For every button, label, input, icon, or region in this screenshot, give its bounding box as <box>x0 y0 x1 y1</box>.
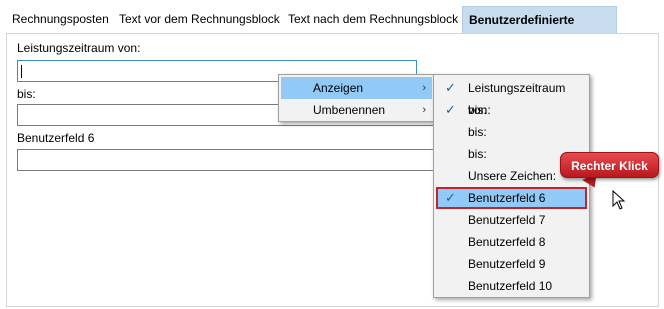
chevron-right-icon: › <box>422 104 426 116</box>
field-label-bis: bis: <box>17 87 36 101</box>
menu-item-anzeigen-label: Anzeigen <box>313 81 364 95</box>
tab-bar: Rechnungsposten Text vor dem Rechnungsbl… <box>0 0 664 54</box>
submenu-item-benutzerfeld-6[interactable]: ✓ Benutzerfeld 6 <box>436 187 587 209</box>
submenu-item-benutzerfeld-8[interactable]: Benutzerfeld 8 <box>436 231 587 253</box>
submenu-item-benutzerfeld-10[interactable]: Benutzerfeld 10 <box>436 275 587 297</box>
menu-item-umbenennen-label: Umbenennen <box>313 103 386 117</box>
field-label-leistungszeitraum: Leistungszeitraum von: <box>17 41 141 55</box>
tab-rechnungsposten[interactable]: Rechnungsposten <box>6 6 115 33</box>
check-icon: ✓ <box>445 190 456 205</box>
submenu-item-label: bis: <box>468 125 487 139</box>
submenu-item-label: Unsere Zeichen: <box>468 169 557 183</box>
submenu-item-bis-1[interactable]: ✓ bis: <box>436 99 587 121</box>
submenu-item-benutzerfeld-7[interactable]: Benutzerfeld 7 <box>436 209 587 231</box>
context-menu: Anzeigen › Umbenennen › <box>278 74 435 122</box>
submenu-item-label: Benutzerfeld 6 <box>468 191 546 205</box>
submenu-item-label: Benutzerfeld 7 <box>468 213 546 227</box>
tab-text-nach[interactable]: Text nach dem Rechnungsblock <box>282 6 464 33</box>
submenu-item-benutzerfeld-9[interactable]: Benutzerfeld 9 <box>436 253 587 275</box>
tab-benutzerdefinierte-felder[interactable]: Benutzerdefinierte Felder <box>462 6 617 54</box>
menu-item-umbenennen[interactable]: Umbenennen › <box>281 99 432 121</box>
submenu-item-label: Benutzerfeld 8 <box>468 235 546 249</box>
menu-item-anzeigen[interactable]: Anzeigen › <box>281 77 432 99</box>
submenu-item-label: bis: <box>468 103 487 117</box>
tab-text-vor[interactable]: Text vor dem Rechnungsblock <box>113 6 286 33</box>
mouse-cursor-icon <box>612 190 626 210</box>
check-icon: ✓ <box>445 80 456 95</box>
anzeigen-submenu: ✓ Leistungszeitraum von: ✓ bis: bis: bis… <box>433 74 590 298</box>
chevron-right-icon: › <box>422 82 426 94</box>
submenu-item-bis-2[interactable]: bis: <box>436 121 587 143</box>
submenu-item-leistungszeitraum[interactable]: ✓ Leistungszeitraum von: <box>436 77 587 117</box>
submenu-item-label: Benutzerfeld 9 <box>468 257 546 271</box>
field-label-benutzerfeld-6: Benutzerfeld 6 <box>17 131 95 145</box>
benutzerfeld-6-input[interactable] <box>17 149 437 171</box>
submenu-item-label: Benutzerfeld 10 <box>468 279 553 293</box>
check-icon: ✓ <box>445 102 456 117</box>
rechter-klick-callout: Rechter Klick <box>560 152 659 178</box>
submenu-item-label: bis: <box>468 147 487 161</box>
text-caret <box>21 65 22 78</box>
